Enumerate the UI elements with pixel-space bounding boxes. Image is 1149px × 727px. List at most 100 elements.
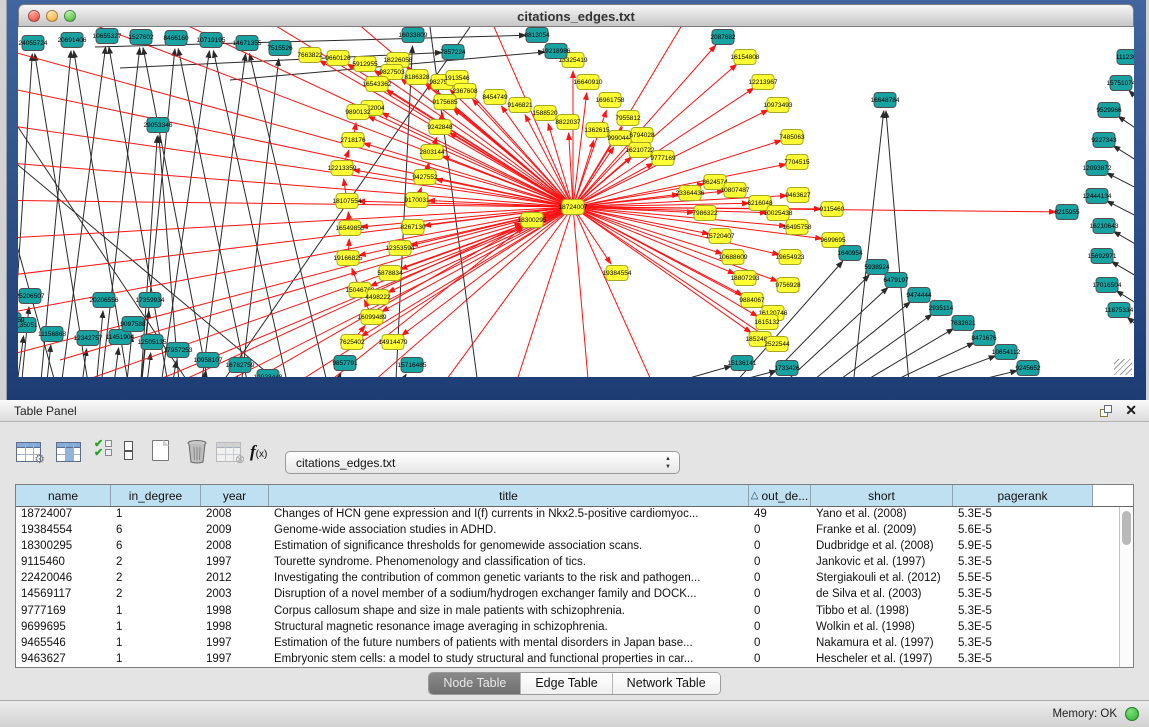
cell-short[interactable]: Dudbridge et al. (2008) bbox=[811, 539, 953, 555]
graph-edge[interactable] bbox=[886, 111, 910, 377]
graph-node[interactable]: 7955812 bbox=[615, 111, 641, 126]
cell-short[interactable]: Jankovic et al. (1997) bbox=[811, 555, 953, 571]
cell-short[interactable]: Hescheler et al. (1997) bbox=[811, 652, 953, 668]
cell-title[interactable]: Changes of HCN gene expression and I(f) … bbox=[269, 507, 749, 523]
graph-node[interactable]: 7515526 bbox=[267, 41, 293, 56]
cell-year[interactable]: 2009 bbox=[201, 523, 269, 539]
column-header-title[interactable]: title bbox=[269, 485, 749, 506]
graph-node[interactable]: 8186328 bbox=[404, 70, 430, 85]
graph-node[interactable]: 8466160 bbox=[163, 31, 189, 46]
graph-node[interactable]: 1112304 bbox=[1116, 50, 1134, 65]
scrollbar-thumb[interactable] bbox=[1122, 511, 1131, 545]
graph-edge[interactable] bbox=[1127, 317, 1134, 345]
cell-out_de[interactable]: 0 bbox=[749, 539, 811, 555]
table-row[interactable]: 1456911722003Disruption of a novel membe… bbox=[16, 587, 1133, 603]
graph-node[interactable]: 1588520 bbox=[532, 106, 558, 121]
graph-node[interactable]: 19166825 bbox=[334, 251, 363, 266]
column-header-pagerank[interactable]: pagerank bbox=[953, 485, 1093, 506]
graph-node[interactable]: 19654923 bbox=[776, 250, 805, 265]
graph-node[interactable]: 9529966 bbox=[1096, 103, 1122, 118]
cell-in_degree[interactable]: 1 bbox=[111, 604, 201, 620]
graph-node[interactable]: 12444134 bbox=[1083, 189, 1112, 204]
graph-node[interactable]: 12923448 bbox=[254, 370, 283, 378]
graph-node[interactable]: 8215955 bbox=[1054, 205, 1080, 220]
cell-name[interactable]: 9115460 bbox=[16, 555, 111, 571]
table-row[interactable]: 1938455462009Genome-wide association stu… bbox=[16, 523, 1133, 539]
cell-title[interactable]: Tourette syndrome. Phenomenology and cla… bbox=[269, 555, 749, 571]
graph-node[interactable]: 17016504 bbox=[1093, 278, 1122, 293]
selection-checkmarks-icon[interactable]: ✔✔ bbox=[94, 440, 112, 458]
graph-edge[interactable] bbox=[833, 329, 954, 377]
cell-in_degree[interactable]: 1 bbox=[111, 636, 201, 652]
graph-node[interactable]: 17359934 bbox=[136, 293, 165, 308]
graph-node[interactable]: 6794028 bbox=[629, 128, 655, 143]
cell-short[interactable]: de Silva et al. (2003) bbox=[811, 587, 953, 603]
graph-node[interactable]: 10688609 bbox=[719, 250, 748, 265]
graph-node[interactable]: 9146821 bbox=[507, 98, 533, 113]
table-scrollbar[interactable] bbox=[1119, 507, 1133, 667]
graph-node[interactable]: 9242848 bbox=[427, 120, 453, 135]
tab-network-table[interactable]: Network Table bbox=[613, 673, 720, 694]
network-window-titlebar[interactable]: citations_edges.txt bbox=[18, 4, 1134, 27]
graph-node[interactable]: 16099489 bbox=[358, 310, 387, 325]
cell-name[interactable]: 19384554 bbox=[16, 523, 111, 539]
graph-node[interactable]: 6479197 bbox=[883, 273, 909, 288]
graph-node[interactable]: 9245652 bbox=[1015, 361, 1041, 376]
cell-out_de[interactable]: 0 bbox=[749, 636, 811, 652]
cell-year[interactable]: 1997 bbox=[201, 555, 269, 571]
graph-edge[interactable] bbox=[112, 348, 119, 377]
graph-node[interactable]: 9660126 bbox=[325, 51, 351, 66]
cell-pagerank[interactable]: 5.3E-5 bbox=[953, 620, 1093, 636]
cell-short[interactable]: Franke et al. (2009) bbox=[811, 523, 953, 539]
graph-node[interactable]: 8822037 bbox=[555, 115, 581, 130]
graph-node[interactable]: 19384554 bbox=[603, 266, 632, 281]
graph-node[interactable]: 14914479 bbox=[379, 335, 408, 350]
resize-grip[interactable] bbox=[1114, 359, 1132, 375]
graph-node[interactable]: 16210643 bbox=[1090, 219, 1119, 234]
function-builder-icon[interactable]: f(x) bbox=[250, 442, 267, 462]
cell-year[interactable]: 1998 bbox=[201, 620, 269, 636]
cell-in_degree[interactable]: 2 bbox=[111, 571, 201, 587]
graph-node[interactable]: 9463627 bbox=[785, 188, 811, 203]
graph-node[interactable]: 15720407 bbox=[706, 229, 735, 244]
graph-edge[interactable] bbox=[200, 54, 246, 377]
table-row[interactable]: 946554611997Estimation of the future num… bbox=[16, 636, 1133, 652]
graph-node[interactable]: 1615132 bbox=[754, 315, 780, 330]
cell-title[interactable]: Investigating the contribution of common… bbox=[269, 571, 749, 587]
cell-year[interactable]: 2012 bbox=[201, 571, 269, 587]
cell-out_de[interactable]: 0 bbox=[749, 587, 811, 603]
memory-status-dot[interactable] bbox=[1125, 707, 1139, 721]
graph-node[interactable]: 7986322 bbox=[692, 206, 718, 221]
graph-node[interactable]: 9884067 bbox=[739, 293, 765, 308]
graph-node[interactable]: 12353594 bbox=[386, 241, 415, 256]
graph-node[interactable]: 9097588 bbox=[120, 317, 146, 332]
cell-out_de[interactable]: 0 bbox=[749, 571, 811, 587]
graph-node[interactable]: 7704515 bbox=[784, 155, 810, 170]
graph-node[interactable]: 18724007 bbox=[559, 200, 588, 215]
cell-name[interactable]: 22420046 bbox=[16, 571, 111, 587]
graph-node[interactable]: 18300295 bbox=[518, 213, 547, 228]
cell-year[interactable]: 2008 bbox=[201, 539, 269, 555]
cell-out_de[interactable]: 0 bbox=[749, 652, 811, 668]
table-row[interactable]: 911546021997Tourette syndrome. Phenomeno… bbox=[16, 555, 1133, 571]
table-row[interactable]: 946362711997Embryonic stem cells: a mode… bbox=[16, 652, 1133, 668]
close-panel-icon[interactable]: ✕ bbox=[1125, 402, 1137, 419]
graph-node[interactable]: 8267130 bbox=[400, 220, 426, 235]
cell-out_de[interactable]: 0 bbox=[749, 523, 811, 539]
graph-edge[interactable] bbox=[18, 185, 60, 377]
graph-edge[interactable] bbox=[854, 343, 974, 377]
graph-node[interactable]: 9170031 bbox=[404, 193, 430, 208]
graph-node[interactable]: 9777169 bbox=[650, 151, 676, 166]
cell-name[interactable]: 9463627 bbox=[16, 652, 111, 668]
cell-pagerank[interactable]: 5.6E-5 bbox=[953, 523, 1093, 539]
column-header-short[interactable]: short bbox=[811, 485, 953, 506]
graph-node[interactable]: 10958107 bbox=[194, 353, 223, 368]
table-row[interactable]: 2242004622012Investigating the contribut… bbox=[16, 571, 1133, 587]
graph-node[interactable]: 5912955 bbox=[352, 57, 378, 72]
graph-node[interactable]: 10973493 bbox=[764, 98, 793, 113]
graph-node[interactable]: 2522544 bbox=[764, 337, 790, 352]
cell-in_degree[interactable]: 6 bbox=[111, 539, 201, 555]
cell-short[interactable]: Stergiakouli et al. (2012) bbox=[811, 571, 953, 587]
graph-node[interactable]: 16154808 bbox=[731, 50, 760, 65]
graph-node[interactable]: 23364436 bbox=[676, 186, 705, 201]
